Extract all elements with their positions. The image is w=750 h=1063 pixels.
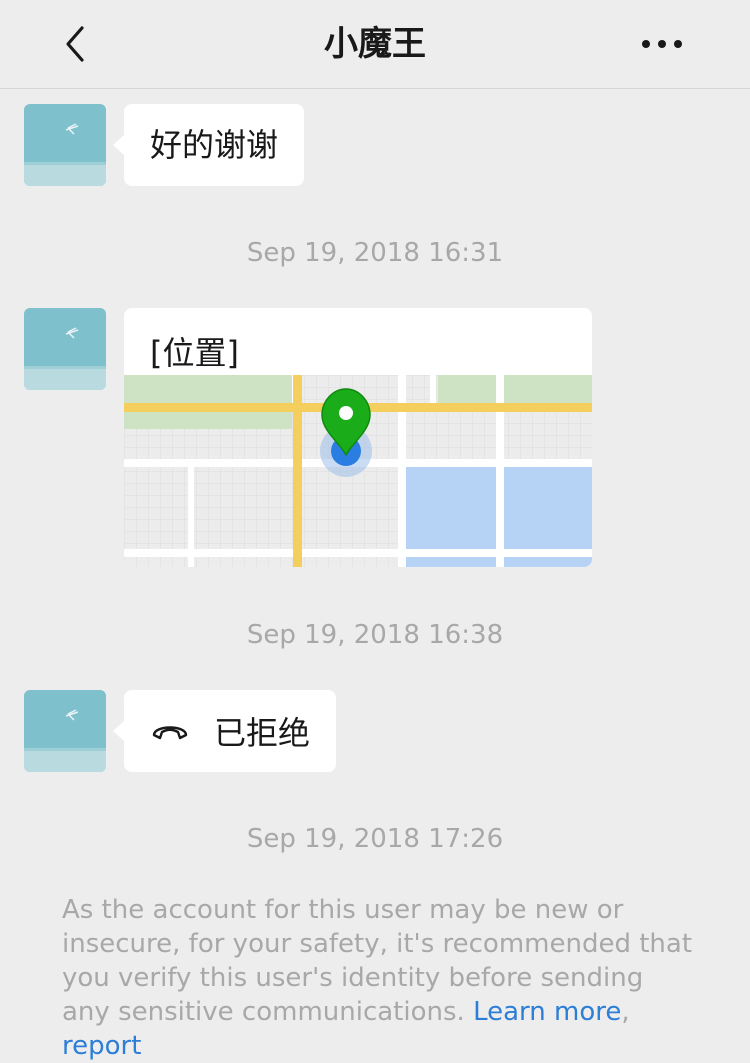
timestamp: Sep 19, 2018 17:26 — [246, 824, 504, 854]
avatar-image — [24, 308, 106, 390]
learn-more-link[interactable]: Learn more — [473, 997, 621, 1027]
call-message[interactable]: 已拒绝 — [112, 690, 337, 772]
location-label: [位置] — [150, 334, 239, 372]
contact-avatar[interactable] — [24, 308, 106, 390]
phone-hangup-icon — [152, 726, 188, 740]
location-message[interactable]: [位置] — [124, 308, 592, 567]
security-notice: As the account for this user may be new … — [62, 893, 698, 1063]
timestamp: Sep 19, 2018 16:38 — [246, 620, 504, 650]
timestamp: Sep 19, 2018 16:31 — [246, 238, 504, 268]
call-status-text: 已拒绝 — [214, 714, 311, 752]
chat-title: 小魔王 — [324, 24, 426, 64]
link-separator: , — [621, 997, 630, 1027]
contact-avatar[interactable] — [24, 104, 106, 186]
avatar-image — [24, 690, 106, 772]
more-button[interactable] — [640, 28, 684, 60]
contact-avatar[interactable] — [24, 690, 106, 772]
more-icon — [642, 40, 682, 48]
navigation-bar: 小魔王 — [0, 0, 750, 89]
map-thumbnail — [124, 375, 592, 567]
message-text: 好的谢谢 — [150, 126, 279, 164]
message-bubble[interactable]: 好的谢谢 — [112, 104, 305, 186]
avatar-image — [24, 104, 106, 186]
